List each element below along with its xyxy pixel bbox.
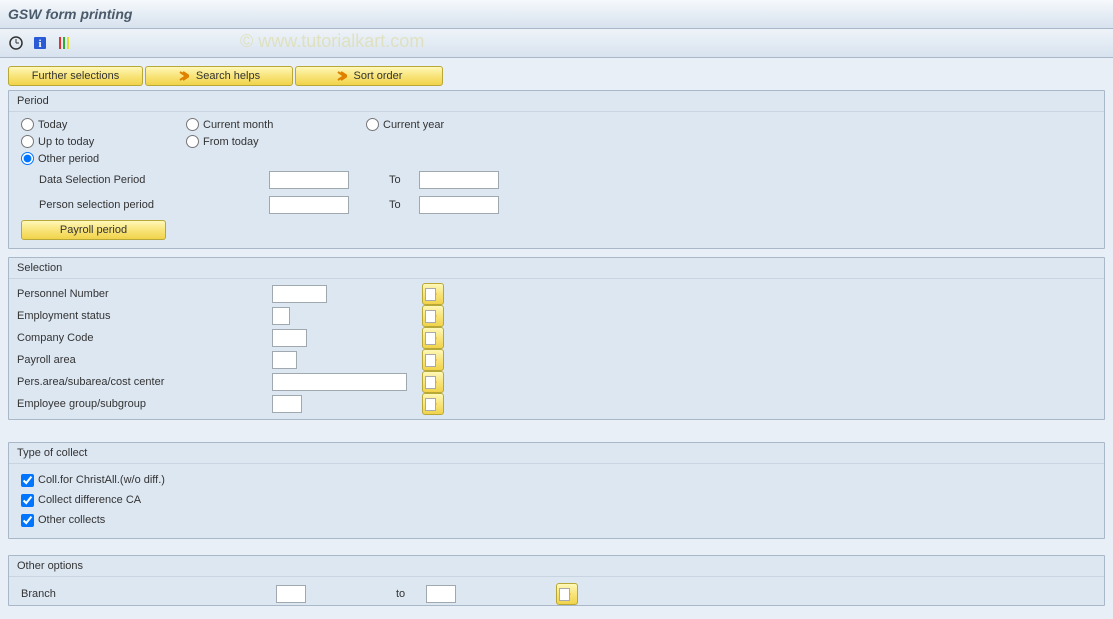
payroll-area-multi-button[interactable]: [422, 349, 444, 371]
application-toolbar: i © www.tutorialkart.com: [0, 29, 1113, 58]
multi-select-icon: [564, 590, 571, 598]
employee-group-multi-button[interactable]: [422, 393, 444, 415]
person-selection-period-label: Person selection period: [39, 199, 269, 211]
further-selections-button[interactable]: Further selections: [8, 66, 143, 86]
data-selection-period-from-input[interactable]: [269, 171, 349, 189]
radio-up-to-today-input[interactable]: [21, 135, 34, 148]
multi-select-icon: [430, 334, 437, 342]
cb-other-collects-label: Other collects: [38, 514, 105, 526]
radio-today-label: Today: [38, 119, 67, 131]
sap-window: GSW form printing i © www.tutorialkart.c…: [0, 0, 1113, 619]
cb-collect-diff-ca-label: Collect difference CA: [38, 494, 141, 506]
variant-icon[interactable]: [56, 35, 72, 51]
type-of-collect-title: Type of collect: [9, 443, 1104, 464]
personnel-number-label: Personnel Number: [17, 288, 272, 300]
title-bar: GSW form printing: [0, 0, 1113, 29]
radio-from-today[interactable]: From today: [186, 135, 366, 148]
arrow-right-icon: [336, 71, 348, 81]
cb-coll-christall-label: Coll.for ChristAll.(w/o diff.): [38, 474, 165, 486]
payroll-area-input[interactable]: [272, 351, 297, 369]
info-icon[interactable]: i: [32, 35, 48, 51]
branch-to-input[interactable]: [426, 585, 456, 603]
data-selection-period-to-input[interactable]: [419, 171, 499, 189]
cb-other-collects[interactable]: Other collects: [21, 510, 1092, 530]
branch-from-input[interactable]: [276, 585, 306, 603]
multi-select-icon: [430, 378, 437, 386]
cb-coll-christall-input[interactable]: [21, 474, 34, 487]
person-selection-period-to-input[interactable]: [419, 196, 499, 214]
radio-current-year-input[interactable]: [366, 118, 379, 131]
type-of-collect-group: Type of collect Coll.for ChristAll.(w/o …: [8, 442, 1105, 539]
branch-label: Branch: [21, 588, 276, 600]
multi-select-icon: [430, 400, 437, 408]
radio-current-year-label: Current year: [383, 119, 444, 131]
radio-from-today-label: From today: [203, 136, 259, 148]
period-group: Period Today Current month: [8, 90, 1105, 249]
selection-buttons-row: Further selections Search helps Sort ord…: [8, 66, 1105, 86]
cb-collect-diff-ca-input[interactable]: [21, 494, 34, 507]
employee-group-label: Employee group/subgroup: [17, 398, 272, 410]
cb-collect-diff-ca[interactable]: Collect difference CA: [21, 490, 1092, 510]
company-code-multi-button[interactable]: [422, 327, 444, 349]
multi-select-icon: [430, 290, 437, 298]
personnel-number-multi-button[interactable]: [422, 283, 444, 305]
radio-current-month-input[interactable]: [186, 118, 199, 131]
content-area: Further selections Search helps Sort ord…: [0, 58, 1113, 619]
selection-group: Selection Personnel Number Employment st…: [8, 257, 1105, 420]
radio-up-to-today-label: Up to today: [38, 136, 94, 148]
radio-current-month[interactable]: Current month: [186, 118, 366, 131]
person-selection-period-from-input[interactable]: [269, 196, 349, 214]
branch-multi-button[interactable]: [556, 583, 578, 605]
radio-today-input[interactable]: [21, 118, 34, 131]
multi-select-icon: [430, 312, 437, 320]
radio-current-month-label: Current month: [203, 119, 273, 131]
multi-select-icon: [430, 356, 437, 364]
page-title: GSW form printing: [8, 6, 132, 22]
radio-other-period-label: Other period: [38, 153, 99, 165]
watermark-text: © www.tutorialkart.com: [240, 31, 424, 52]
pers-area-label: Pers.area/subarea/cost center: [17, 376, 272, 388]
employee-group-input[interactable]: [272, 395, 302, 413]
data-selection-period-label: Data Selection Period: [39, 174, 269, 186]
payroll-period-label: Payroll period: [60, 224, 127, 236]
sort-order-button[interactable]: Sort order: [295, 66, 443, 86]
svg-text:i: i: [38, 38, 41, 50]
employment-status-label: Employment status: [17, 310, 272, 322]
radio-current-year[interactable]: Current year: [366, 118, 444, 131]
company-code-label: Company Code: [17, 332, 272, 344]
radio-from-today-input[interactable]: [186, 135, 199, 148]
other-options-group: Other options Branch to: [8, 555, 1105, 606]
employment-status-input[interactable]: [272, 307, 290, 325]
selection-group-title: Selection: [9, 258, 1104, 279]
cb-coll-christall[interactable]: Coll.for ChristAll.(w/o diff.): [21, 470, 1092, 490]
company-code-input[interactable]: [272, 329, 307, 347]
other-options-title: Other options: [9, 556, 1104, 577]
radio-other-period[interactable]: Other period: [21, 152, 186, 165]
period-group-title: Period: [9, 91, 1104, 112]
employment-status-multi-button[interactable]: [422, 305, 444, 327]
arrow-right-icon: [178, 71, 190, 81]
to-label-2: To: [389, 199, 419, 211]
payroll-area-label: Payroll area: [17, 354, 272, 366]
sort-order-label: Sort order: [354, 70, 403, 82]
personnel-number-input[interactable]: [272, 285, 327, 303]
to-label-1: To: [389, 174, 419, 186]
radio-up-to-today[interactable]: Up to today: [21, 135, 186, 148]
further-selections-label: Further selections: [32, 70, 119, 82]
search-helps-button[interactable]: Search helps: [145, 66, 293, 86]
search-helps-label: Search helps: [196, 70, 260, 82]
radio-today[interactable]: Today: [21, 118, 186, 131]
cb-other-collects-input[interactable]: [21, 514, 34, 527]
pers-area-multi-button[interactable]: [422, 371, 444, 393]
pers-area-input[interactable]: [272, 373, 407, 391]
branch-to-label: to: [396, 588, 426, 600]
payroll-period-button[interactable]: Payroll period: [21, 220, 166, 240]
execute-icon[interactable]: [8, 35, 24, 51]
radio-other-period-input[interactable]: [21, 152, 34, 165]
